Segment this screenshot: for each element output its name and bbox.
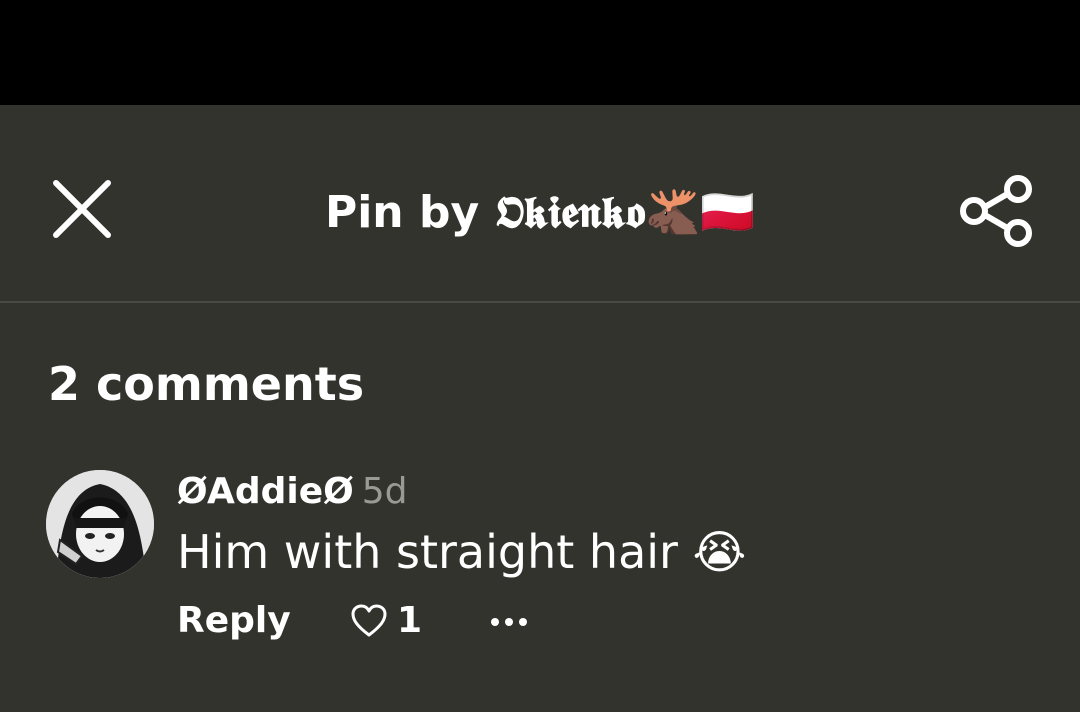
- more-horizontal-icon: [491, 618, 527, 626]
- avatar-image: [46, 470, 154, 578]
- share-button[interactable]: [954, 169, 1038, 253]
- heart-outline-icon: [351, 604, 387, 637]
- comment-author[interactable]: ØAddieØ: [177, 471, 354, 512]
- avatar[interactable]: [46, 470, 154, 578]
- like-button[interactable]: [351, 604, 387, 638]
- comment-text: Him with straight hair 😭: [177, 525, 747, 579]
- comment-meta: ØAddieØ 5d: [177, 468, 408, 516]
- status-bar: [0, 0, 1080, 105]
- header: Pin by 𝕺𝖐𝖎𝖊𝖓𝖐𝖔🫎🇵🇱: [0, 105, 1080, 303]
- comments-heading: 2 comments: [48, 357, 365, 411]
- page-title: Pin by 𝕺𝖐𝖎𝖊𝖓𝖐𝖔🫎🇵🇱: [324, 187, 756, 238]
- more-options-button[interactable]: [487, 602, 531, 642]
- comment-item: ØAddieØ 5d Him with straight hair 😭 Reply…: [0, 460, 1080, 660]
- comment-time: 5d: [361, 471, 408, 512]
- share-icon: [960, 175, 1032, 247]
- comment-actions: Reply 1: [177, 594, 777, 648]
- like-count: 1: [397, 600, 423, 641]
- reply-button[interactable]: Reply: [177, 594, 291, 648]
